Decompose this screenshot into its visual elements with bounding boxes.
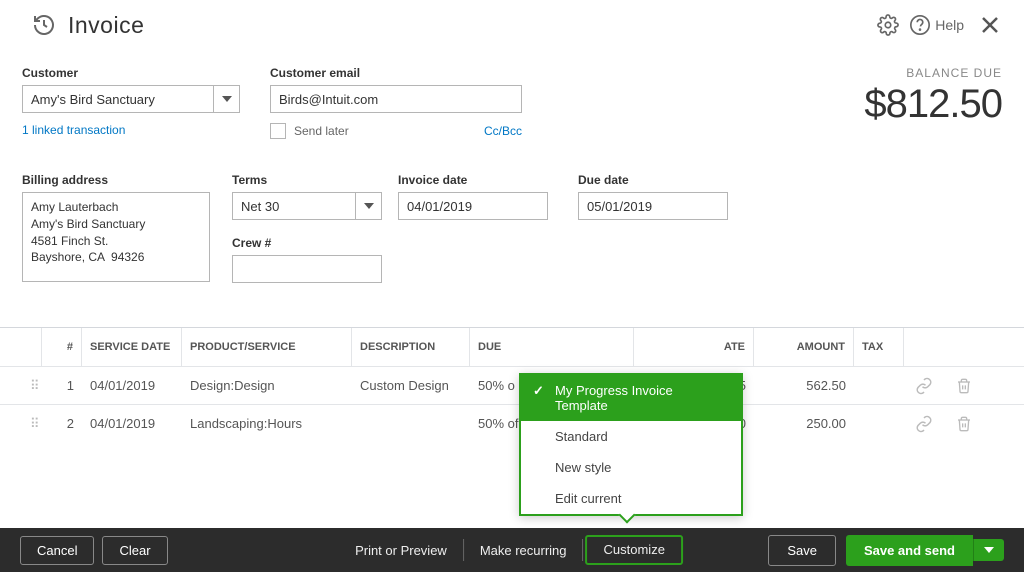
billing-textarea[interactable] xyxy=(22,192,210,282)
customize-button[interactable]: Customize xyxy=(590,536,679,563)
terms-label: Terms xyxy=(232,173,382,187)
help-button[interactable]: Help xyxy=(909,14,964,36)
col-product: PRODUCT/SERVICE xyxy=(182,328,352,366)
customer-dropdown[interactable]: Amy's Bird Sanctuary xyxy=(22,85,240,113)
customize-menu-item[interactable]: New style xyxy=(521,452,741,483)
col-description: DESCRIPTION xyxy=(352,328,470,366)
drag-handle-icon[interactable]: ⠿ xyxy=(22,367,42,404)
col-tax: TAX xyxy=(854,328,904,366)
row-amount[interactable]: 562.50 xyxy=(754,367,854,404)
balance-due-label: BALANCE DUE xyxy=(864,66,1002,80)
ccbcc-link[interactable]: Cc/Bcc xyxy=(484,124,522,138)
crew-label: Crew # xyxy=(232,236,382,250)
send-later-label: Send later xyxy=(294,124,349,138)
col-num: # xyxy=(42,328,82,366)
customize-menu-item[interactable]: Edit current xyxy=(521,483,741,514)
print-preview-button[interactable]: Print or Preview xyxy=(341,537,461,564)
history-icon[interactable] xyxy=(32,13,56,37)
link-icon[interactable] xyxy=(904,405,944,442)
email-label: Customer email xyxy=(270,66,522,80)
save-and-send-button[interactable]: Save and send xyxy=(846,535,973,566)
col-service-date: SERVICE DATE xyxy=(82,328,182,366)
save-button[interactable]: Save xyxy=(768,535,836,566)
due-date-label: Due date xyxy=(578,173,728,187)
row-amount[interactable]: 250.00 xyxy=(754,405,854,442)
gear-icon[interactable] xyxy=(877,14,899,36)
make-recurring-button[interactable]: Make recurring xyxy=(466,537,581,564)
customize-menu-item[interactable]: My Progress Invoice Template xyxy=(521,375,741,421)
invoice-date-input[interactable] xyxy=(398,192,548,220)
terms-dropdown-button[interactable] xyxy=(355,193,381,219)
terms-dropdown[interactable]: Net 30 xyxy=(232,192,382,220)
trash-icon[interactable] xyxy=(944,367,984,404)
invoice-date-label: Invoice date xyxy=(398,173,548,187)
terms-value: Net 30 xyxy=(233,199,355,214)
close-icon[interactable] xyxy=(978,13,1002,37)
page-title: Invoice xyxy=(68,12,144,39)
linked-transaction-link[interactable]: 1 linked transaction xyxy=(22,123,240,137)
customer-dropdown-button[interactable] xyxy=(213,86,239,112)
col-rate: ATE xyxy=(694,328,754,366)
row-date[interactable]: 04/01/2019 xyxy=(82,367,182,404)
row-date[interactable]: 04/01/2019 xyxy=(82,405,182,442)
billing-label: Billing address xyxy=(22,173,210,187)
link-icon[interactable] xyxy=(904,367,944,404)
col-due: DUE xyxy=(470,328,634,366)
clear-button[interactable]: Clear xyxy=(102,536,167,565)
customize-menu-item[interactable]: Standard xyxy=(521,421,741,452)
customer-value: Amy's Bird Sanctuary xyxy=(23,92,213,107)
help-label: Help xyxy=(935,17,964,33)
col-amount: AMOUNT xyxy=(754,328,854,366)
crew-input[interactable] xyxy=(232,255,382,283)
table-row[interactable]: ⠿ 2 04/01/2019 Landscaping:Hours 50% of … xyxy=(0,404,1024,442)
save-and-send-dropdown[interactable] xyxy=(973,539,1004,561)
customize-popup: My Progress Invoice TemplateStandardNew … xyxy=(519,373,743,516)
send-later-checkbox[interactable] xyxy=(270,123,286,139)
row-product[interactable]: Landscaping:Hours xyxy=(182,405,352,442)
email-input[interactable] xyxy=(270,85,522,113)
table-row[interactable]: ⠿ 1 04/01/2019 Design:Design Custom Desi… xyxy=(0,366,1024,404)
row-tax[interactable] xyxy=(854,405,904,442)
row-num: 1 xyxy=(42,367,82,404)
customer-label: Customer xyxy=(22,66,240,80)
drag-handle-icon[interactable]: ⠿ xyxy=(22,405,42,442)
balance-due-amount: $812.50 xyxy=(864,82,1002,127)
row-description[interactable]: Custom Design xyxy=(352,367,470,404)
due-date-input[interactable] xyxy=(578,192,728,220)
row-num: 2 xyxy=(42,405,82,442)
trash-icon[interactable] xyxy=(944,405,984,442)
row-product[interactable]: Design:Design xyxy=(182,367,352,404)
row-tax[interactable] xyxy=(854,367,904,404)
row-description[interactable] xyxy=(352,405,470,442)
cancel-button[interactable]: Cancel xyxy=(20,536,94,565)
